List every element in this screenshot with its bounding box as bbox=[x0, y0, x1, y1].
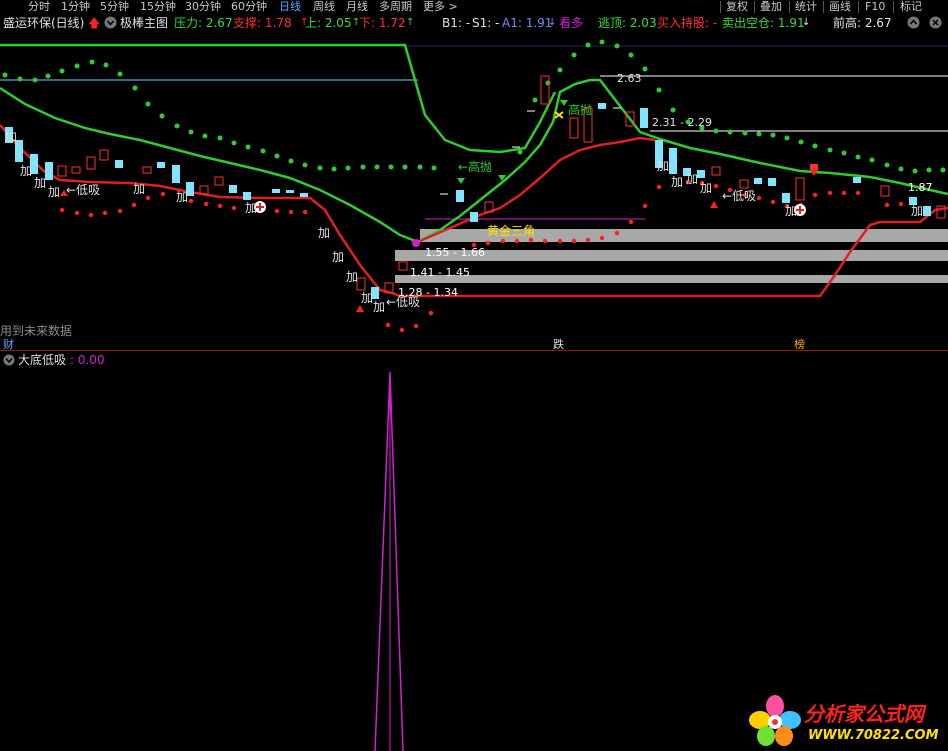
range-label: 1.55 - 1.66 bbox=[425, 246, 485, 259]
high-sell-label: 高抛 bbox=[568, 103, 593, 117]
add-label: 加 bbox=[318, 226, 331, 240]
add-label: 加 bbox=[657, 159, 670, 173]
low-buy-label: ←低吸 bbox=[722, 189, 757, 203]
add-label: 加 bbox=[48, 185, 61, 199]
add-label: 加 bbox=[245, 201, 258, 215]
range-label: 2.31 - 2.29 bbox=[652, 116, 712, 129]
logo-url: WWW.70822.COM bbox=[808, 728, 939, 743]
logo-title: 分析家公式网 bbox=[804, 702, 924, 726]
flower-logo-icon bbox=[749, 695, 801, 746]
add-label: 加 bbox=[700, 181, 713, 195]
range-label: 1.41 - 1.45 bbox=[410, 266, 470, 279]
chart-annotations: ←高抛 高抛 ←低吸 ←低吸 ←低吸 黄金三角 2.63 2.31 - 2.29… bbox=[0, 0, 948, 351]
add-label: 加 bbox=[332, 250, 345, 264]
right-value-label: 1.87 bbox=[908, 181, 933, 194]
add-label: 加 bbox=[176, 190, 189, 204]
high-sell-label: ←高抛 bbox=[458, 160, 493, 174]
add-label: 加 bbox=[5, 130, 18, 144]
add-label: 加 bbox=[373, 300, 386, 314]
add-label: 加 bbox=[346, 270, 359, 284]
golden-triangle-label: 黄金三角 bbox=[487, 224, 536, 238]
add-label: 加 bbox=[686, 172, 699, 186]
add-label: 加 bbox=[671, 175, 684, 189]
price-level-label: 2.63 bbox=[617, 72, 642, 85]
range-label: 1.28 - 1.34 bbox=[398, 286, 458, 299]
add-label: 加 bbox=[361, 291, 374, 305]
add-label: 加 bbox=[34, 176, 47, 190]
add-label: 加 bbox=[20, 164, 33, 178]
add-label: 加 bbox=[911, 204, 924, 218]
add-label: 加 bbox=[785, 204, 798, 218]
watermark-logo: 分析家公式网 WWW.70822.COM bbox=[748, 692, 948, 750]
add-label: 加 bbox=[133, 182, 146, 196]
bottom-signal-line bbox=[374, 371, 404, 751]
panel-divider[interactable] bbox=[0, 350, 948, 351]
low-buy-label: ←低吸 bbox=[66, 183, 101, 197]
